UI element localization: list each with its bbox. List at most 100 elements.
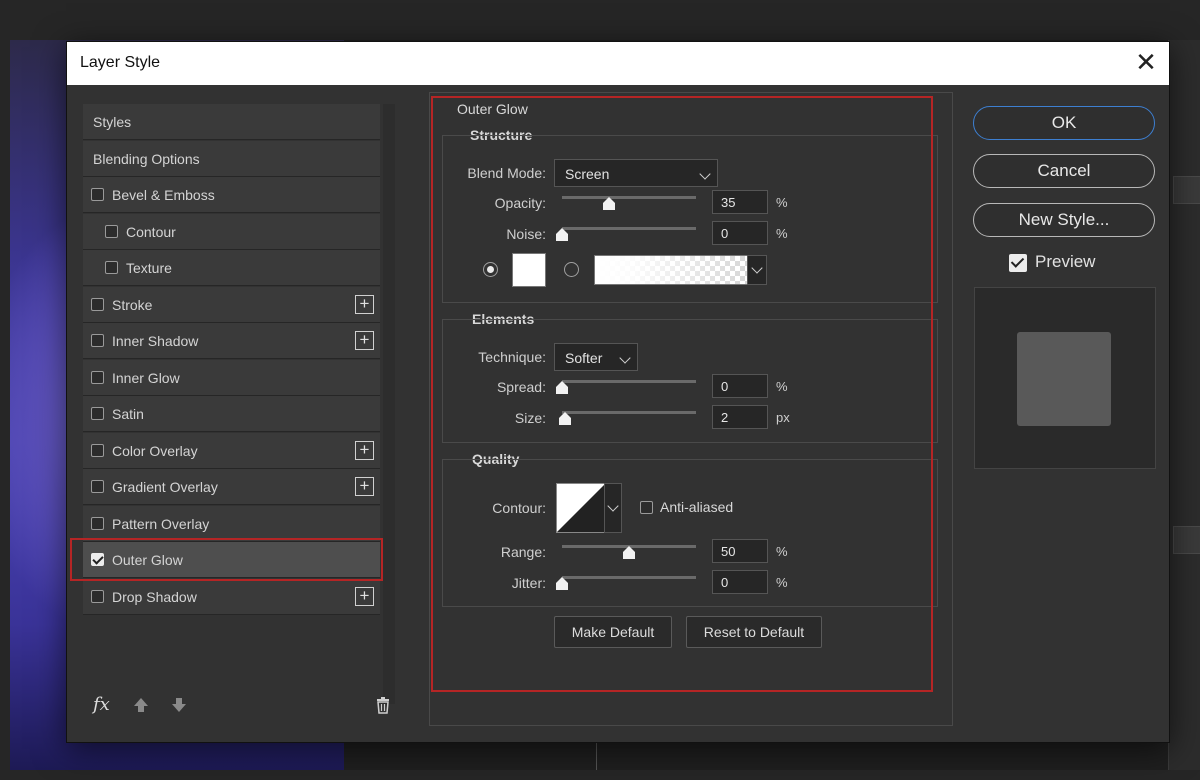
styles-list-scrollbar[interactable] (383, 104, 395, 704)
cancel-button[interactable]: Cancel (973, 154, 1155, 188)
style-item-blending-options[interactable]: Blending Options (83, 140, 380, 177)
style-item-inner-shadow[interactable]: Inner Shadow + (83, 323, 380, 359)
size-slider[interactable] (562, 411, 696, 414)
range-label: Range: (500, 544, 546, 560)
technique-select[interactable]: Softer (554, 343, 638, 371)
style-checkbox[interactable] (91, 297, 104, 311)
reset-to-default-button[interactable]: Reset to Default (686, 616, 822, 648)
technique-label: Technique: (478, 349, 546, 365)
style-item-gradient-overlay[interactable]: Gradient Overlay + (83, 469, 380, 505)
dialog-title: Layer Style (80, 54, 161, 71)
range-unit: % (776, 544, 788, 559)
style-checkbox[interactable] (91, 553, 104, 566)
spread-unit: % (776, 379, 788, 394)
make-default-button[interactable]: Make Default (554, 616, 672, 648)
slider-thumb[interactable] (622, 546, 636, 560)
add-style-instance-button[interactable]: + (355, 331, 374, 350)
add-style-instance-button[interactable]: + (355, 294, 374, 314)
gradient-radio[interactable] (564, 262, 579, 277)
style-item-label: Pattern Overlay (112, 515, 210, 532)
style-checkbox[interactable] (91, 443, 104, 457)
new-style-button[interactable]: New Style... (973, 203, 1155, 237)
anti-aliased-checkbox[interactable] (640, 501, 653, 514)
noise-input[interactable]: 0 (712, 221, 768, 245)
style-item-label: Contour (126, 223, 176, 240)
style-item-satin[interactable]: Satin (83, 396, 380, 432)
slider-thumb[interactable] (555, 381, 569, 395)
jitter-input[interactable]: 0 (712, 570, 768, 594)
chevron-down-icon (619, 352, 631, 364)
jitter-slider[interactable] (562, 576, 696, 579)
noise-unit: % (776, 226, 788, 241)
blend-mode-select[interactable]: Screen (554, 159, 718, 187)
style-checkbox[interactable] (105, 224, 118, 238)
background-panel-box (1173, 176, 1200, 204)
style-item-contour[interactable]: Contour (83, 213, 380, 250)
style-checkbox[interactable] (91, 370, 104, 384)
background-panel-box (1173, 526, 1200, 554)
slider-thumb[interactable] (555, 228, 569, 242)
style-item-label: Styles (93, 114, 132, 130)
style-checkbox[interactable] (105, 261, 118, 274)
add-style-instance-button[interactable]: + (355, 477, 374, 496)
background-side-panel (1168, 40, 1200, 770)
preview-checkbox[interactable] (1009, 254, 1027, 272)
gradient-swatch[interactable] (594, 255, 748, 285)
preview-swatch (1017, 332, 1111, 426)
close-button[interactable]: ✕ (1133, 49, 1159, 76)
spread-slider[interactable] (562, 380, 696, 383)
style-item-label: Outer Glow (112, 552, 183, 568)
move-down-icon[interactable] (171, 696, 187, 714)
style-item-stroke[interactable]: Stroke + (83, 286, 380, 323)
contour-dropdown[interactable] (604, 483, 622, 533)
range-input[interactable]: 50 (712, 539, 768, 563)
fx-icon[interactable]: fx (93, 694, 110, 715)
contour-preview[interactable] (556, 483, 606, 533)
style-checkbox[interactable] (91, 334, 104, 347)
slider-thumb[interactable] (602, 197, 616, 211)
spread-input[interactable]: 0 (712, 374, 768, 398)
size-label: Size: (514, 410, 546, 426)
style-item-label: Gradient Overlay (112, 479, 218, 495)
style-item-label: Inner Glow (112, 369, 180, 386)
opacity-slider[interactable] (562, 196, 696, 199)
style-item-texture[interactable]: Texture (83, 250, 380, 286)
chevron-down-icon (751, 262, 763, 274)
chevron-down-icon (699, 168, 711, 180)
spread-label: Spread: (496, 379, 546, 395)
add-style-instance-button[interactable]: + (355, 440, 374, 460)
style-item-label: Texture (126, 260, 172, 276)
style-checkbox[interactable] (91, 516, 104, 530)
solid-color-radio[interactable] (483, 262, 498, 277)
style-checkbox[interactable] (91, 480, 104, 493)
jitter-unit: % (776, 575, 788, 590)
style-item-bevel-emboss[interactable]: Bevel & Emboss (83, 177, 380, 213)
style-checkbox[interactable] (91, 407, 104, 420)
style-item-pattern-overlay[interactable]: Pattern Overlay (83, 505, 380, 542)
opacity-input[interactable]: 35 (712, 190, 768, 214)
trash-icon[interactable] (375, 696, 391, 714)
slider-thumb[interactable] (558, 412, 572, 426)
style-item-label: Stroke (112, 296, 153, 313)
ok-button[interactable]: OK (973, 106, 1155, 140)
style-item-outer-glow[interactable]: Outer Glow (83, 542, 380, 578)
noise-slider[interactable] (562, 227, 696, 230)
style-item-color-overlay[interactable]: Color Overlay + (83, 432, 380, 469)
style-checkbox[interactable] (91, 188, 104, 201)
move-up-icon[interactable] (133, 696, 149, 714)
preview-label: Preview (1035, 252, 1096, 271)
size-input[interactable]: 2 (712, 405, 768, 429)
style-item-inner-glow[interactable]: Inner Glow (83, 359, 380, 396)
add-style-instance-button[interactable]: + (355, 586, 374, 606)
glow-color-swatch[interactable] (512, 253, 546, 287)
opacity-label: Opacity: (494, 195, 546, 211)
style-item-label: Blending Options (93, 150, 200, 167)
style-item-styles[interactable]: Styles (83, 104, 380, 140)
style-checkbox[interactable] (91, 589, 104, 603)
anti-aliased-label: Anti-aliased (660, 499, 734, 515)
style-item-label: Drop Shadow (112, 588, 197, 605)
gradient-dropdown[interactable] (747, 255, 767, 285)
background-divider (596, 742, 597, 770)
slider-thumb[interactable] (555, 577, 569, 591)
style-item-drop-shadow[interactable]: Drop Shadow + (83, 578, 380, 615)
